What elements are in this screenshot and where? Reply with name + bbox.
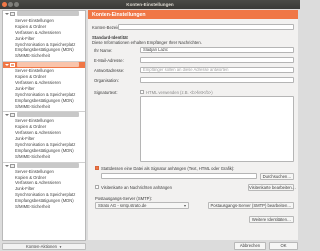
your-name-label: Ihr Name: [94, 48, 113, 53]
your-name-input[interactable]: Sladjan Lazic [140, 47, 294, 53]
account-node[interactable] [3, 11, 85, 18]
account-node[interactable] [3, 61, 85, 69]
account-label-redacted [17, 11, 79, 16]
cancel-button[interactable]: Abbrechen [234, 242, 266, 250]
expand-triangle-icon[interactable] [5, 64, 9, 67]
expand-triangle-icon[interactable] [5, 114, 9, 117]
account-label-redacted [17, 62, 79, 68]
account-settings-item[interactable]: Empfangsbestätigungen (MDN) [3, 98, 85, 104]
signature-label: Signaturtext: [94, 90, 118, 95]
account-node[interactable] [3, 161, 85, 169]
smtp-selected-value: Strato AG - smtp.strato.de [98, 203, 147, 208]
window-titlebar: Konten-Einstellungen [0, 0, 300, 9]
attach-vcard-label: Visitenkarte an Nachrichten anhängen [101, 185, 172, 190]
browse-button[interactable]: Durchsuchen… [260, 173, 294, 180]
account-tree: Server-Einstellungen Kopien & Ordner Verfa… [2, 10, 86, 241]
edit-smtp-button[interactable]: Postausgangs-Server (SMTP) bearbeiten… [208, 202, 294, 209]
account-label-redacted [17, 112, 79, 118]
smtp-select[interactable]: Strato AG - smtp.strato.de [95, 202, 189, 209]
more-identities-button[interactable]: Weitere Identitäten… [249, 216, 294, 223]
mail-account-icon [10, 63, 15, 68]
account-actions-button[interactable]: Konten-Aktionen ▼ [2, 243, 86, 250]
email-label: E-Mail-Adresse: [94, 58, 124, 63]
signature-file-input[interactable] [101, 173, 257, 179]
reply-to-label: Antwortadresse: [94, 68, 125, 73]
use-html-label: HTML verwenden (z.B. <b>fett</b>) [146, 90, 213, 95]
window-title: Konten-Einstellungen [126, 2, 174, 7]
mail-account-icon [10, 163, 15, 168]
reply-to-input[interactable]: Empfänger sollen an diese Adresse antwor… [140, 67, 294, 73]
expand-triangle-icon[interactable] [5, 164, 9, 167]
account-node[interactable] [3, 111, 85, 118]
attach-vcard-checkbox[interactable] [95, 185, 99, 189]
attach-signature-file-checkbox[interactable] [95, 166, 99, 170]
settings-panel: Konten-Einstellungen Konten-Bezeichnung:… [88, 10, 298, 240]
expand-triangle-icon[interactable] [5, 13, 9, 15]
panel-header: Konten-Einstellungen [88, 10, 298, 19]
dropdown-arrow-icon [184, 205, 186, 207]
account-settings-item[interactable]: Synchronisation & Speicherplatz [3, 92, 85, 98]
use-html-checkbox[interactable] [140, 90, 144, 94]
account-actions-label: Konten-Aktionen [26, 244, 57, 249]
smtp-label: Postausgangs-Server (SMTP): [95, 196, 153, 201]
signature-textarea[interactable] [140, 96, 294, 162]
organisation-input[interactable] [140, 77, 294, 83]
organisation-label: Organisation: [94, 78, 119, 83]
edit-vcard-button[interactable]: Visitenkarte bearbeiten… [248, 184, 296, 191]
account-settings-item[interactable]: Empfangsbestätigungen (MDN) [3, 148, 85, 154]
email-input[interactable] [140, 57, 294, 63]
account-name-input[interactable] [118, 24, 294, 30]
account-label-redacted [17, 162, 79, 168]
mail-account-icon [10, 12, 15, 16]
panel-title: Konten-Einstellungen [92, 11, 146, 18]
ok-button[interactable]: OK [269, 242, 298, 250]
identity-description: Diese Informationen erhalten Empfänger I… [92, 40, 202, 45]
mail-account-icon [10, 113, 15, 118]
attach-signature-file-label: Stattdessen eine Datei als Signatur anhä… [101, 166, 235, 171]
chevron-down-icon: ▼ [58, 245, 62, 249]
